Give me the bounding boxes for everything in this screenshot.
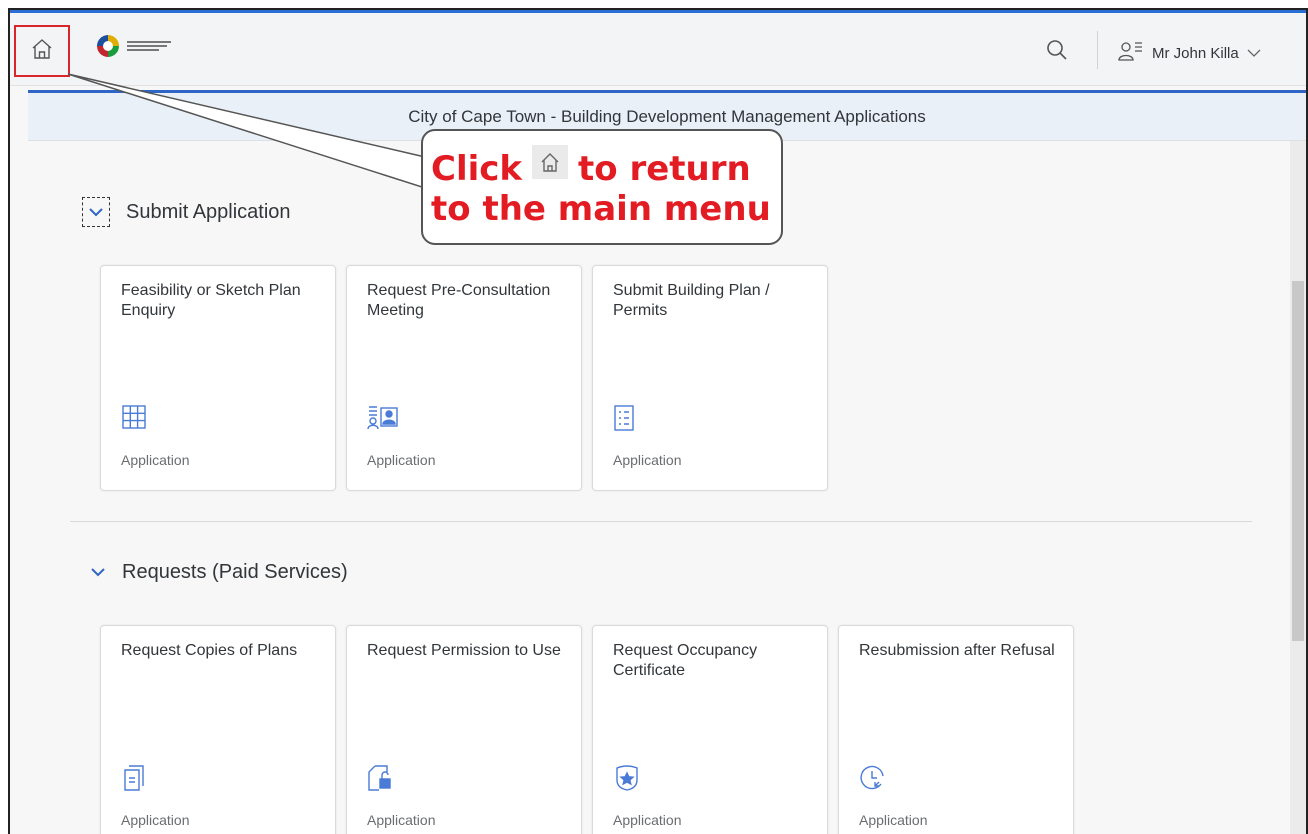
- tile-occupancy-certificate[interactable]: Request Occupancy Certificate Applicatio…: [592, 625, 828, 834]
- tile-permission-to-use[interactable]: Request Permission to Use Application: [346, 625, 582, 834]
- chevron-down-icon[interactable]: [90, 561, 106, 584]
- tile-footer: Application: [367, 812, 436, 828]
- user-menu[interactable]: Mr John Killa: [1118, 39, 1261, 67]
- tile-resubmission[interactable]: Resubmission after Refusal Application: [838, 625, 1074, 834]
- tile-footer: Application: [121, 812, 190, 828]
- tile-footer: Application: [613, 812, 682, 828]
- section-header-submit[interactable]: Submit Application: [82, 197, 291, 227]
- callout-line-2: to the main menu: [431, 189, 771, 229]
- history-icon: [859, 764, 887, 797]
- section-divider: [70, 521, 1252, 522]
- vertical-scrollbar[interactable]: [1290, 141, 1306, 834]
- user-icon: [1118, 39, 1144, 67]
- tile-pre-consultation[interactable]: Request Pre-Consultation Meeting Applica…: [346, 265, 582, 491]
- tile-title: Resubmission after Refusal: [859, 642, 1055, 659]
- home-icon: [532, 145, 569, 179]
- search-icon[interactable]: [1046, 39, 1068, 66]
- unlock-document-icon: [367, 764, 393, 797]
- section-title: Requests (Paid Services): [122, 561, 348, 583]
- tile-footer: Application: [367, 452, 436, 468]
- shell-divider: [1097, 31, 1098, 69]
- shell-bar: Mr John Killa: [10, 13, 1306, 86]
- page-title: City of Cape Town - Building Development…: [408, 106, 926, 126]
- callout-line-1: Click to return: [431, 145, 775, 189]
- contact-card-icon: [367, 404, 399, 435]
- callout-click-word: Click: [431, 149, 523, 189]
- checklist-icon: [613, 404, 635, 437]
- tile-footer: Application: [613, 452, 682, 468]
- logo-emblem-icon: [97, 35, 119, 57]
- tile-title: Request Copies of Plans: [121, 642, 298, 659]
- callout-return-text: to return: [578, 149, 751, 189]
- grid-icon: [121, 404, 147, 435]
- logo-wordmark: [127, 41, 171, 51]
- home-button[interactable]: [14, 25, 70, 77]
- instruction-callout: Click to return to the main menu: [421, 129, 783, 245]
- user-name: Mr John Killa: [1152, 44, 1239, 62]
- section-title: Submit Application: [126, 200, 291, 223]
- chevron-down-icon: [1247, 45, 1261, 62]
- scrollbar-thumb[interactable]: [1292, 281, 1304, 641]
- tile-title: Submit Building Plan / Permits: [613, 282, 770, 319]
- tile-feasibility[interactable]: Feasibility or Sketch Plan Enquiry Appli…: [100, 265, 336, 491]
- tile-copies-of-plans[interactable]: Request Copies of Plans Application: [100, 625, 336, 834]
- tile-title: Request Permission to Use: [367, 642, 561, 659]
- chevron-down-icon[interactable]: [82, 197, 110, 227]
- tile-submit-building-plan[interactable]: Submit Building Plan / Permits Applicati…: [592, 265, 828, 491]
- tile-footer: Application: [859, 812, 928, 828]
- badge-icon: [613, 764, 641, 797]
- copy-document-icon: [121, 764, 147, 797]
- tile-title: Request Occupancy Certificate: [613, 642, 758, 679]
- tile-title: Request Pre-Consultation Meeting: [367, 282, 551, 319]
- app-window: Mr John Killa City of Cape Town - Buildi…: [8, 8, 1308, 834]
- home-icon: [30, 37, 54, 66]
- city-logo[interactable]: [97, 35, 171, 57]
- section-header-requests[interactable]: Requests (Paid Services): [90, 561, 348, 584]
- callout-text: Click to return to the main menu: [431, 145, 775, 229]
- tile-footer: Application: [121, 452, 190, 468]
- tile-title: Feasibility or Sketch Plan Enquiry: [121, 282, 301, 319]
